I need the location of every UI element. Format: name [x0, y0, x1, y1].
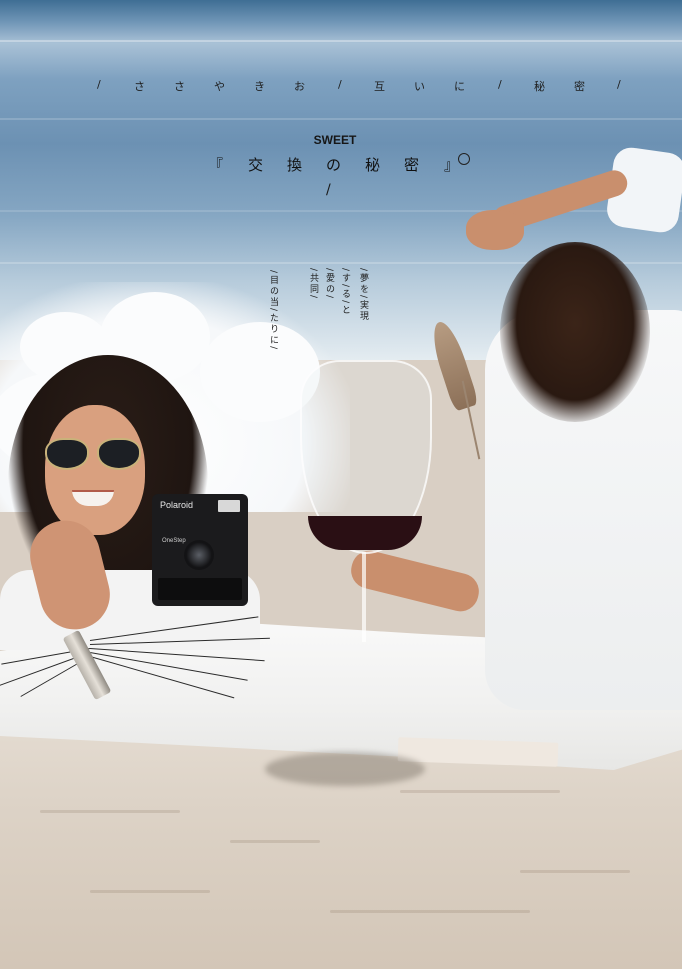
- title-open-bracket: 『: [208, 156, 224, 174]
- title-close-bracket: 』: [444, 156, 460, 174]
- camera-model: OneStep: [162, 538, 186, 544]
- red-wine: [308, 516, 422, 550]
- photo-poster: Polaroid OneStep / さ さ や き お / 互 い に / 秘…: [0, 0, 682, 969]
- vertical-text-col-4: /共同/: [308, 268, 318, 301]
- top-char: 秘: [534, 80, 545, 93]
- top-char: /: [97, 78, 101, 91]
- title-char: の: [326, 156, 342, 174]
- top-char: に: [454, 80, 465, 93]
- vertical-text-col-2: /す/る/と: [340, 268, 350, 317]
- glass-stem: [362, 552, 366, 642]
- sunglasses: [45, 438, 141, 470]
- man-head: [500, 242, 650, 422]
- vertical-text-col-3: /愛の/: [324, 268, 334, 301]
- top-char: さ: [174, 80, 185, 93]
- title-char: 密: [404, 156, 420, 174]
- top-char: き: [254, 80, 265, 93]
- title-char: 秘: [365, 156, 381, 174]
- top-char: や: [214, 80, 225, 93]
- vertical-text-col-5: /目の当/たりに/: [268, 270, 278, 352]
- top-char: お: [294, 80, 305, 93]
- title-slash: /: [326, 182, 331, 198]
- woman-face: [45, 405, 145, 535]
- camera-print-slot: [158, 578, 242, 600]
- circle-ornament: [458, 153, 470, 165]
- camera-lens: [184, 540, 214, 570]
- top-char: 互: [374, 80, 385, 93]
- top-text-line: / さ さ や き お / 互 い に / 秘 密 /: [92, 78, 628, 98]
- vertical-text-col-1: /夢を/実現: [358, 268, 368, 323]
- man-in-white-shirt: [347, 145, 682, 710]
- top-char: 密: [574, 80, 585, 93]
- camera-brand: Polaroid: [160, 500, 194, 510]
- top-char: い: [414, 80, 425, 93]
- title-char: 換: [287, 156, 303, 174]
- title-char: 交: [248, 156, 264, 174]
- wine-glass: [300, 360, 432, 650]
- camera-flash: [218, 500, 240, 512]
- raised-hand: [466, 210, 524, 250]
- top-char: /: [338, 78, 342, 91]
- subtitle-sweet: SWEET: [313, 133, 357, 147]
- top-char: /: [498, 78, 502, 91]
- top-char: /: [617, 78, 621, 91]
- black-fringe-fan: [0, 600, 280, 720]
- glass-shadow: [265, 752, 425, 786]
- main-title: 『 交 換 の 秘 密 』: [208, 154, 472, 180]
- top-char: さ: [134, 80, 145, 93]
- instant-camera: Polaroid OneStep: [152, 494, 248, 606]
